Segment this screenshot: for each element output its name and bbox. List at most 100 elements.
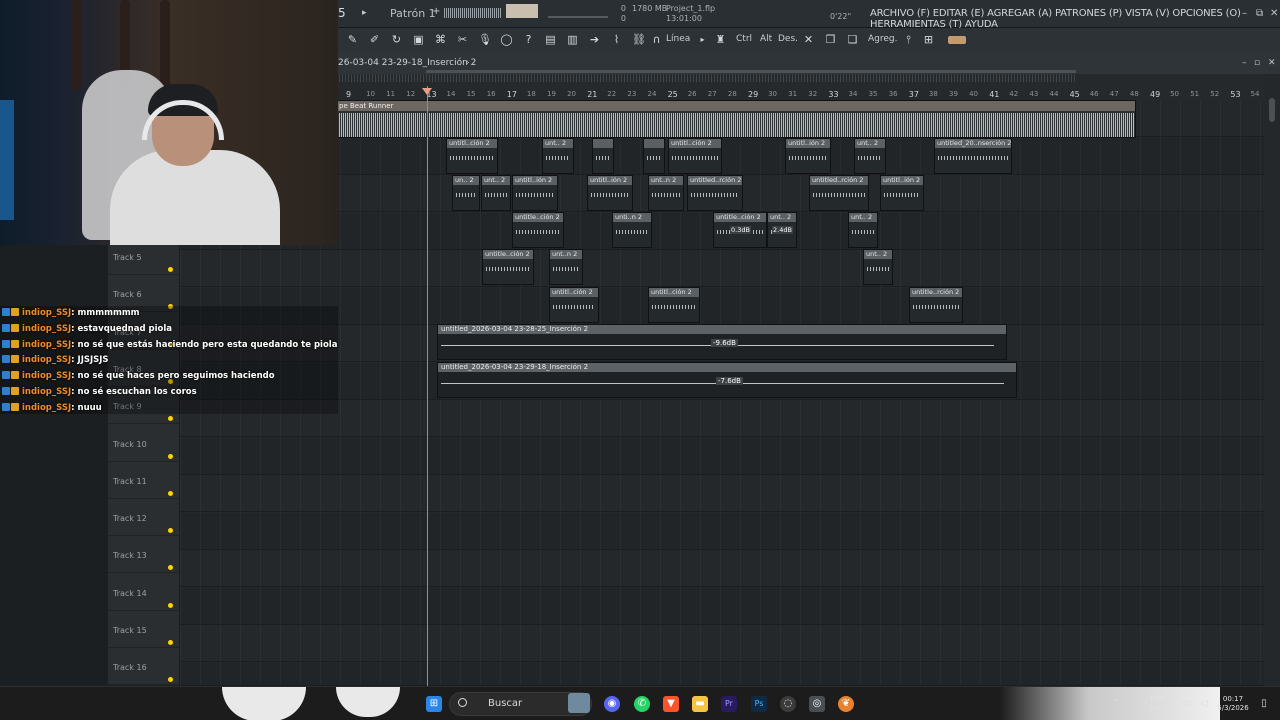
audio-clip[interactable]: unti..n 2: [612, 212, 652, 248]
horizontal-scrollbar[interactable]: [426, 70, 1076, 73]
restore-button[interactable]: ⧉: [1256, 8, 1263, 19]
track-enable-dot[interactable]: [168, 416, 173, 422]
alt-button[interactable]: Alt: [760, 34, 772, 44]
audio-clip[interactable]: un.. 2: [452, 175, 480, 211]
audio-clip[interactable]: unt..n 2: [549, 249, 583, 285]
playlist-close-button[interactable]: ✕: [1268, 58, 1276, 68]
pattern-color-swatch[interactable]: [948, 36, 966, 44]
track-header[interactable]: Track 15: [108, 611, 180, 648]
vertical-scrollbar[interactable]: [1264, 74, 1280, 686]
audio-clip[interactable]: untitled..rción 2: [809, 175, 869, 211]
audio-clip[interactable]: untitl..ción 2: [668, 138, 722, 174]
track-header[interactable]: Track 13: [108, 536, 180, 574]
audio-clip[interactable]: [643, 138, 665, 174]
track-lane[interactable]: [180, 287, 1264, 325]
timeline-ruler[interactable]: 9 10 11 12 13 14 15 16 17 18 19 20 21 22 23 24 25 26 27 28 2…: [336, 74, 1280, 100]
link-icon[interactable]: ⛓: [632, 33, 646, 46]
notifications-icon[interactable]: ▯: [1256, 696, 1272, 712]
snap-selector[interactable]: Línea: [666, 34, 690, 44]
track-enable-dot[interactable]: [168, 528, 173, 534]
pattern-selector[interactable]: Patrón 1: [390, 7, 436, 20]
comment-icon[interactable]: ◯: [500, 33, 513, 46]
beat-runner-clip[interactable]: pe Beat Runner: [336, 100, 1136, 138]
track-enable-dot[interactable]: [168, 267, 173, 272]
audio-clip[interactable]: unt.. 2: [848, 212, 878, 248]
add-pattern-button[interactable]: +: [432, 6, 440, 17]
des-button[interactable]: Des.: [778, 34, 798, 44]
app-icon[interactable]: ◌: [780, 696, 796, 712]
start-icon[interactable]: ⊞: [426, 696, 442, 712]
tray-chevron-icon[interactable]: ⌃: [1108, 696, 1124, 712]
audio-clip[interactable]: untitl..ción 2: [648, 287, 700, 323]
track-lane[interactable]: [180, 587, 1264, 625]
track-enable-dot[interactable]: [168, 602, 173, 608]
paint-tool-icon[interactable]: ✐: [368, 33, 381, 46]
marker-icon[interactable]: ⫯: [902, 33, 915, 46]
track-lane[interactable]: [180, 400, 1264, 437]
audio-clip[interactable]: untitle..rción 2: [909, 287, 963, 323]
audio-clip[interactable]: untitled..rción 2: [687, 175, 743, 211]
slice-tool-icon[interactable]: ✂: [456, 33, 469, 46]
track-lane[interactable]: [180, 437, 1264, 475]
audio-clip[interactable]: untitl..ión 2: [785, 138, 831, 174]
playhead-marker-icon[interactable]: [422, 88, 432, 95]
track-enable-dot[interactable]: [168, 453, 173, 459]
track-lane[interactable]: [180, 250, 1264, 287]
playlist-minimize-button[interactable]: –: [1242, 58, 1247, 68]
audio-clip[interactable]: untitl..ión 2: [512, 175, 558, 211]
help-icon[interactable]: ?: [522, 33, 535, 46]
add-button[interactable]: Agreg.: [868, 34, 897, 44]
breadcrumb-chevron-icon[interactable]: ›: [466, 58, 470, 68]
audio-clip[interactable]: untitle..ción 2 0.3dB: [713, 212, 767, 248]
track-enable-dot[interactable]: [168, 640, 173, 645]
track-header[interactable]: Track 16: [108, 648, 180, 686]
cart-icon[interactable]: ⊞: [922, 33, 935, 46]
overview-strip[interactable]: [336, 74, 1076, 82]
audio-clip[interactable]: unt.. 2 2.4dB: [767, 212, 797, 248]
audio-clip[interactable]: unt..n 2: [648, 175, 684, 211]
network-icon[interactable]: ▭: [1178, 696, 1194, 712]
cut-icon[interactable]: ✕: [802, 33, 815, 46]
scrollbar-thumb[interactable]: [1269, 98, 1275, 122]
audio-clip[interactable]: untitl..ción 2: [549, 287, 599, 323]
mute-tool-icon[interactable]: ⌘: [434, 33, 447, 46]
audio-clip[interactable]: untitle..ción 2: [482, 249, 534, 285]
ctrl-button[interactable]: Ctrl: [736, 34, 752, 44]
track-lane[interactable]: [180, 475, 1264, 512]
stamp-icon[interactable]: ♜: [714, 33, 727, 46]
track-enable-dot[interactable]: [168, 677, 173, 683]
audio-clip[interactable]: untitl..ción 2: [446, 138, 498, 174]
audio-clip[interactable]: untitl..ión 2: [587, 175, 633, 211]
audio-clip[interactable]: unt.. 2: [542, 138, 574, 174]
long-clip-2[interactable]: untitled_2026-03-04 23-29-18_Inserción 2…: [437, 362, 1017, 398]
whatsapp-icon[interactable]: ✆: [634, 696, 650, 712]
mic-icon[interactable]: 🎙: [478, 33, 492, 46]
master-volume-slider[interactable]: [548, 16, 608, 18]
file-explorer-icon[interactable]: ▬: [692, 696, 708, 712]
chrome-icon[interactable]: ◎: [809, 696, 825, 712]
long-clip-1[interactable]: untitled_2026-03-04 23-28-25_Inserción 2…: [437, 324, 1007, 360]
photoshop-icon[interactable]: Ps: [751, 696, 767, 712]
track-lane[interactable]: [180, 625, 1264, 662]
copy-icon[interactable]: ❐: [824, 33, 837, 46]
discord-icon[interactable]: ◉: [604, 696, 620, 712]
audio-clip[interactable]: [592, 138, 614, 174]
snap-dropdown-icon[interactable]: ▸: [696, 33, 709, 46]
track-lane[interactable]: [180, 137, 1264, 175]
save-icon[interactable]: ▣: [412, 33, 425, 46]
premiere-icon[interactable]: Pr: [721, 696, 737, 712]
main-menu[interactable]: ARCHIVO (F) EDITAR (E) AGREGAR (A) PATRO…: [870, 8, 1280, 30]
clock[interactable]: 00:17 5/3/2026: [1214, 695, 1252, 713]
playlist-restore-button[interactable]: ▫: [1254, 58, 1260, 68]
track-enable-dot[interactable]: [168, 565, 173, 571]
track-header[interactable]: Track 10: [108, 425, 180, 462]
magnet-icon[interactable]: ∩: [650, 33, 663, 46]
audio-clip[interactable]: unt.. 2: [854, 138, 886, 174]
audio-clip[interactable]: untitle..ción 2: [512, 212, 564, 248]
loop-icon[interactable]: ↻: [390, 33, 403, 46]
track-lane[interactable]: [180, 512, 1264, 550]
audio-clip[interactable]: untitled_20..nserción 2: [934, 138, 1012, 174]
audio-clip[interactable]: unt.. 2: [481, 175, 511, 211]
playlist-icon[interactable]: ▤: [544, 33, 557, 46]
brush-icon[interactable]: ⌇: [610, 33, 623, 46]
